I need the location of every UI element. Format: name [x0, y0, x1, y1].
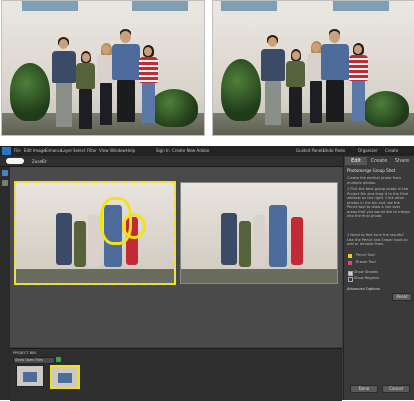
tool-strip — [0, 167, 10, 400]
photo-editor-window: File Edit Image Enhance Layer Select Fil… — [0, 146, 414, 401]
final-image-panel[interactable] — [180, 182, 338, 284]
window-frame — [219, 1, 279, 13]
bin-thumbnail-2[interactable] — [50, 365, 80, 389]
organizer-button[interactable]: Organizer — [358, 148, 378, 153]
menu-help[interactable]: Help — [126, 148, 135, 153]
project-bin: PROJECT BIN Show Open Files — [10, 348, 342, 401]
cancel-button[interactable]: Cancel — [382, 385, 410, 393]
bush-left — [10, 63, 50, 121]
bush-right — [363, 91, 409, 127]
result-photo-right — [212, 0, 414, 136]
hand-tool-icon[interactable] — [2, 180, 8, 186]
menu-layer[interactable]: Layer — [61, 148, 72, 153]
window-frame — [331, 1, 391, 13]
right-panel: Edit Create Share Photomerge Group Shot … — [343, 156, 414, 400]
show-strokes-checkbox[interactable] — [348, 271, 353, 276]
bin-thumbnail-1[interactable] — [16, 365, 44, 387]
menu-select[interactable]: Select — [73, 148, 85, 153]
menu-enhance[interactable]: Enhance — [45, 148, 62, 153]
bush-left — [221, 59, 261, 121]
pencil-tool-icon[interactable] — [2, 170, 8, 176]
menu-bar: File Edit Image Enhance Layer Select Fil… — [0, 146, 414, 156]
tab-create[interactable]: Create — [368, 157, 390, 165]
zoom-fit-value[interactable]: Fit — [42, 159, 47, 164]
show-files-dropdown-label: Show Open Files — [15, 358, 43, 362]
window-frame — [20, 1, 80, 13]
eraser-tool-label[interactable]: Eraser Tool — [356, 260, 376, 265]
show-regions-checkbox[interactable] — [348, 277, 353, 282]
guided-panels-button[interactable]: Guided Panels — [296, 148, 324, 153]
source-image-panel[interactable] — [14, 181, 176, 285]
show-regions-label: Show Regions — [354, 276, 380, 280]
bush-right — [150, 89, 198, 127]
menu-edit[interactable]: Edit — [24, 148, 32, 153]
menu-image[interactable]: Image — [33, 148, 46, 153]
advanced-options-label[interactable]: Advanced Options — [347, 287, 380, 292]
menu-file[interactable]: File — [14, 148, 21, 153]
undo-button[interactable]: Undo — [323, 148, 333, 153]
tab-edit[interactable]: Edit — [345, 157, 367, 165]
zoom-tool-icon[interactable] — [6, 158, 24, 164]
canvas-area — [10, 167, 342, 347]
pencil-stroke-highlight — [122, 213, 146, 239]
redo-button[interactable]: Redo — [335, 148, 345, 153]
menu-window[interactable]: Window — [110, 148, 126, 153]
menu-view[interactable]: View — [99, 148, 109, 153]
create-menu-button[interactable]: Create — [385, 148, 398, 153]
app-logo-icon — [2, 147, 11, 155]
pencil-tool-label[interactable]: Pencil Tool — [356, 253, 375, 258]
panel-step-2: 2 Need to fine tune the results? Use the… — [347, 233, 408, 246]
window-frame — [130, 1, 190, 13]
show-strokes-label: Show Strokes — [354, 270, 379, 274]
panel-title: Photomerge Group Shot — [347, 168, 396, 173]
tab-share[interactable]: Share — [391, 157, 413, 165]
menu-filter[interactable]: Filter — [87, 148, 97, 153]
create-account-link[interactable]: Create New Adobe — [172, 148, 209, 153]
reset-button[interactable]: Reset — [392, 293, 412, 301]
sign-in-link[interactable]: Sign In — [156, 148, 170, 153]
project-bin-label: PROJECT BIN — [13, 351, 36, 355]
source-photo-left — [1, 0, 205, 136]
bin-add-icon[interactable] — [56, 357, 61, 362]
eraser-tool-icon[interactable] — [348, 261, 352, 265]
panel-description: Create the perfect photo from multiple p… — [347, 176, 401, 185]
pencil-tool-icon[interactable] — [348, 254, 352, 258]
done-button[interactable]: Done — [350, 385, 378, 393]
show-files-dropdown[interactable]: Show Open Files — [13, 357, 55, 364]
panel-step-1: 1 Pick the best group photo in the Proje… — [347, 187, 410, 218]
